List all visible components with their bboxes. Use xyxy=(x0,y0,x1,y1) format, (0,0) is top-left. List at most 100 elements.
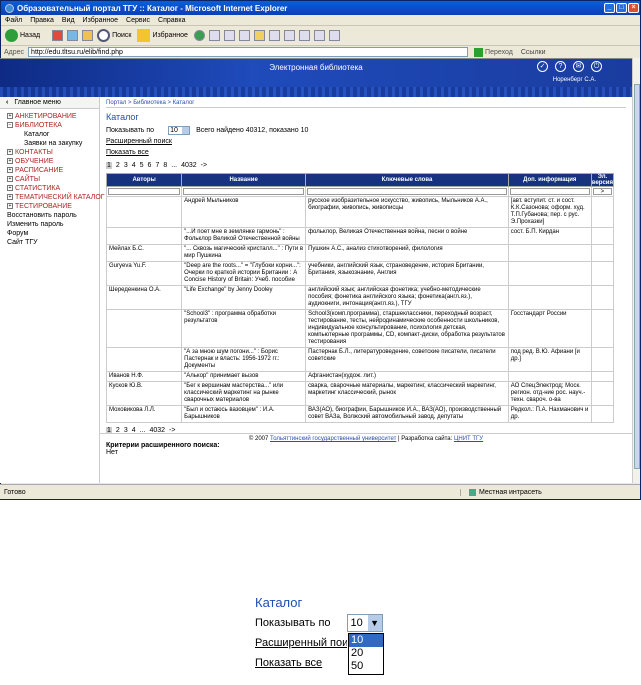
column-header[interactable]: Название xyxy=(181,173,307,187)
page-link[interactable]: 4032 xyxy=(181,162,197,169)
page-link[interactable]: -> xyxy=(201,162,207,169)
zoom-advanced-search-link[interactable]: Расширенный поиск xyxy=(255,633,347,653)
title-cell[interactable]: "Бег к вершинам мастерства..." или класс… xyxy=(181,381,307,406)
filter-input[interactable] xyxy=(509,188,590,195)
sidebar-item[interactable]: Сайт ТГУ xyxy=(7,238,99,247)
sidebar-item[interactable]: + САЙТЫ xyxy=(7,175,99,184)
column-header[interactable]: Эл. версия xyxy=(590,173,615,187)
check-icon[interactable]: ✓ xyxy=(537,61,548,72)
ebook-cell[interactable] xyxy=(590,227,615,245)
sidebar-item[interactable]: + ТЕСТИРОВАНИЕ xyxy=(7,202,99,211)
ebook-cell[interactable] xyxy=(590,371,615,382)
filter-input[interactable] xyxy=(307,188,507,195)
menu-help[interactable]: Справка xyxy=(158,17,185,24)
option-10[interactable]: 10 xyxy=(349,634,383,647)
sidebar-item[interactable]: Заявки на закупку xyxy=(7,139,99,148)
option-20[interactable]: 20 xyxy=(349,647,383,660)
stop-icon[interactable] xyxy=(52,30,64,41)
table-row[interactable]: Моховикова Л.Л. "Был и остаюсь вазовцем" … xyxy=(105,405,615,423)
option-50[interactable]: 50 xyxy=(349,660,383,673)
mail-icon[interactable]: ✉ xyxy=(573,61,584,72)
main-menu-header[interactable]: ‹ Главное меню xyxy=(0,97,99,109)
table-row[interactable]: Кусков Ю.В. "Бег к вершинам мастерства...… xyxy=(105,381,615,406)
sidebar-item[interactable]: + ОБУЧЕНИЕ xyxy=(7,157,99,166)
ebook-cell[interactable] xyxy=(590,347,615,372)
edit-icon[interactable] xyxy=(238,30,250,41)
ebook-cell[interactable] xyxy=(590,244,615,262)
breadcrumb[interactable]: Портал > Библиотека > Каталог xyxy=(106,97,626,108)
favorites-button[interactable]: Избранное xyxy=(137,29,188,42)
help-icon[interactable]: ? xyxy=(555,61,566,72)
title-cell[interactable]: "... Сквозь магический кристалл..." : Пу… xyxy=(181,244,307,262)
table-row[interactable]: "А за мною шум погони..." : Борис Пастер… xyxy=(105,347,615,372)
ebook-cell[interactable] xyxy=(590,405,615,423)
ebook-cell[interactable] xyxy=(590,381,615,406)
sidebar-item[interactable]: + РАСПИСАНИЕ xyxy=(7,166,99,175)
menu-edit[interactable]: Правка xyxy=(30,17,54,24)
menu-tools[interactable]: Сервис xyxy=(126,17,150,24)
page-link[interactable]: 1 xyxy=(106,162,112,169)
address-input[interactable]: http://edu.tltsu.ru/elib/find.php xyxy=(28,47,469,57)
table-row[interactable]: Мейлах Б.С. "... Сквозь магический криста… xyxy=(105,244,615,262)
messenger-icon[interactable] xyxy=(268,30,280,41)
back-button[interactable]: Назад xyxy=(5,29,40,42)
sidebar-item[interactable]: Каталог xyxy=(7,130,99,139)
maximize-button[interactable]: □ xyxy=(616,3,627,13)
page-link[interactable]: 2 xyxy=(116,162,120,169)
sidebar-item[interactable]: + КОНТАКТЫ xyxy=(7,148,99,157)
zoom-page-size-select[interactable]: 10 ▼ xyxy=(346,614,383,632)
title-cell[interactable]: "А за мною шум погони..." : Борис Пастер… xyxy=(181,347,307,372)
table-row[interactable]: "...И поет мне в землянке гармонь" : Фол… xyxy=(105,227,615,245)
table-row[interactable]: Шереденкина О.А. "Life Exchange" by Jenny… xyxy=(105,285,615,310)
table-row[interactable]: Guryeva Yu.F. "Deep are the roots..." = "… xyxy=(105,261,615,286)
developer-link[interactable]: ЦНИТ ТГУ xyxy=(454,436,483,442)
folder-icon[interactable] xyxy=(253,30,265,41)
go-button[interactable]: Переход xyxy=(474,47,513,57)
ebook-cell[interactable] xyxy=(590,309,615,348)
links-button[interactable]: Ссылки xyxy=(521,49,546,56)
table-row[interactable]: "School3" : программа обработки результа… xyxy=(105,309,615,348)
column-header[interactable]: Ключевые слова xyxy=(305,173,509,187)
menu-view[interactable]: Вид xyxy=(62,17,75,24)
ebook-cell[interactable] xyxy=(590,261,615,286)
advanced-search-link[interactable]: Расширенный поиск xyxy=(106,136,626,147)
logout-icon[interactable]: ⏻ xyxy=(591,61,602,72)
menu-file[interactable]: Файл xyxy=(5,17,22,24)
page-link[interactable]: 6 xyxy=(148,162,152,169)
page-link[interactable]: ... xyxy=(171,162,177,169)
home-icon[interactable] xyxy=(82,30,94,41)
filter-input[interactable] xyxy=(183,188,305,195)
page-size-select[interactable]: 10 xyxy=(168,126,191,135)
cut-icon[interactable] xyxy=(328,30,340,41)
filter-apply-button[interactable]: > xyxy=(592,188,612,195)
close-button[interactable]: × xyxy=(628,3,639,13)
menu-favorites[interactable]: Избранное xyxy=(83,17,118,24)
filter-input[interactable] xyxy=(108,188,181,195)
search-button[interactable]: Поиск xyxy=(97,29,131,42)
column-header[interactable]: Доп. информация xyxy=(507,173,592,187)
title-cell[interactable]: "Life Exchange" by Jenny Dooley xyxy=(181,285,307,310)
sidebar-item[interactable]: + АНКЕТИРОВАНИЕ xyxy=(7,112,99,121)
zoom-show-all-link[interactable]: Показать все xyxy=(255,653,347,673)
page-link[interactable]: 5 xyxy=(140,162,144,169)
title-cell[interactable]: "Алькор" принимает вызов xyxy=(181,371,307,382)
university-link[interactable]: Тольяттинский государственный университе… xyxy=(270,436,396,442)
sidebar-item[interactable]: + СТАТИСТИКА xyxy=(7,184,99,193)
ebook-cell[interactable] xyxy=(590,196,615,228)
title-cell[interactable]: "Был и остаюсь вазовцем" : И.А. Барышник… xyxy=(181,405,307,423)
minimize-button[interactable]: _ xyxy=(604,3,615,13)
table-row[interactable]: Иванов Н.Ф. "Алькор" принимает вызов Афган… xyxy=(105,371,615,382)
page-link[interactable]: 8 xyxy=(163,162,167,169)
paste-icon[interactable] xyxy=(313,30,325,41)
print-icon[interactable] xyxy=(223,30,235,41)
page-link[interactable]: 7 xyxy=(155,162,159,169)
title-cell[interactable]: Андрей Мыльников xyxy=(181,196,307,228)
refresh-icon[interactable] xyxy=(67,30,79,41)
sidebar-item[interactable]: Восстановить пароль xyxy=(7,211,99,220)
sidebar-item[interactable]: + ТЕМАТИЧЕСКИЙ КАТАЛОГ xyxy=(7,193,105,202)
scroll-thumb[interactable] xyxy=(634,84,640,469)
history-icon[interactable] xyxy=(193,30,205,41)
sidebar-item[interactable]: Форум xyxy=(7,229,99,238)
sidebar-item[interactable]: Изменить пароль xyxy=(7,220,99,229)
vertical-scrollbar[interactable] xyxy=(632,58,640,483)
